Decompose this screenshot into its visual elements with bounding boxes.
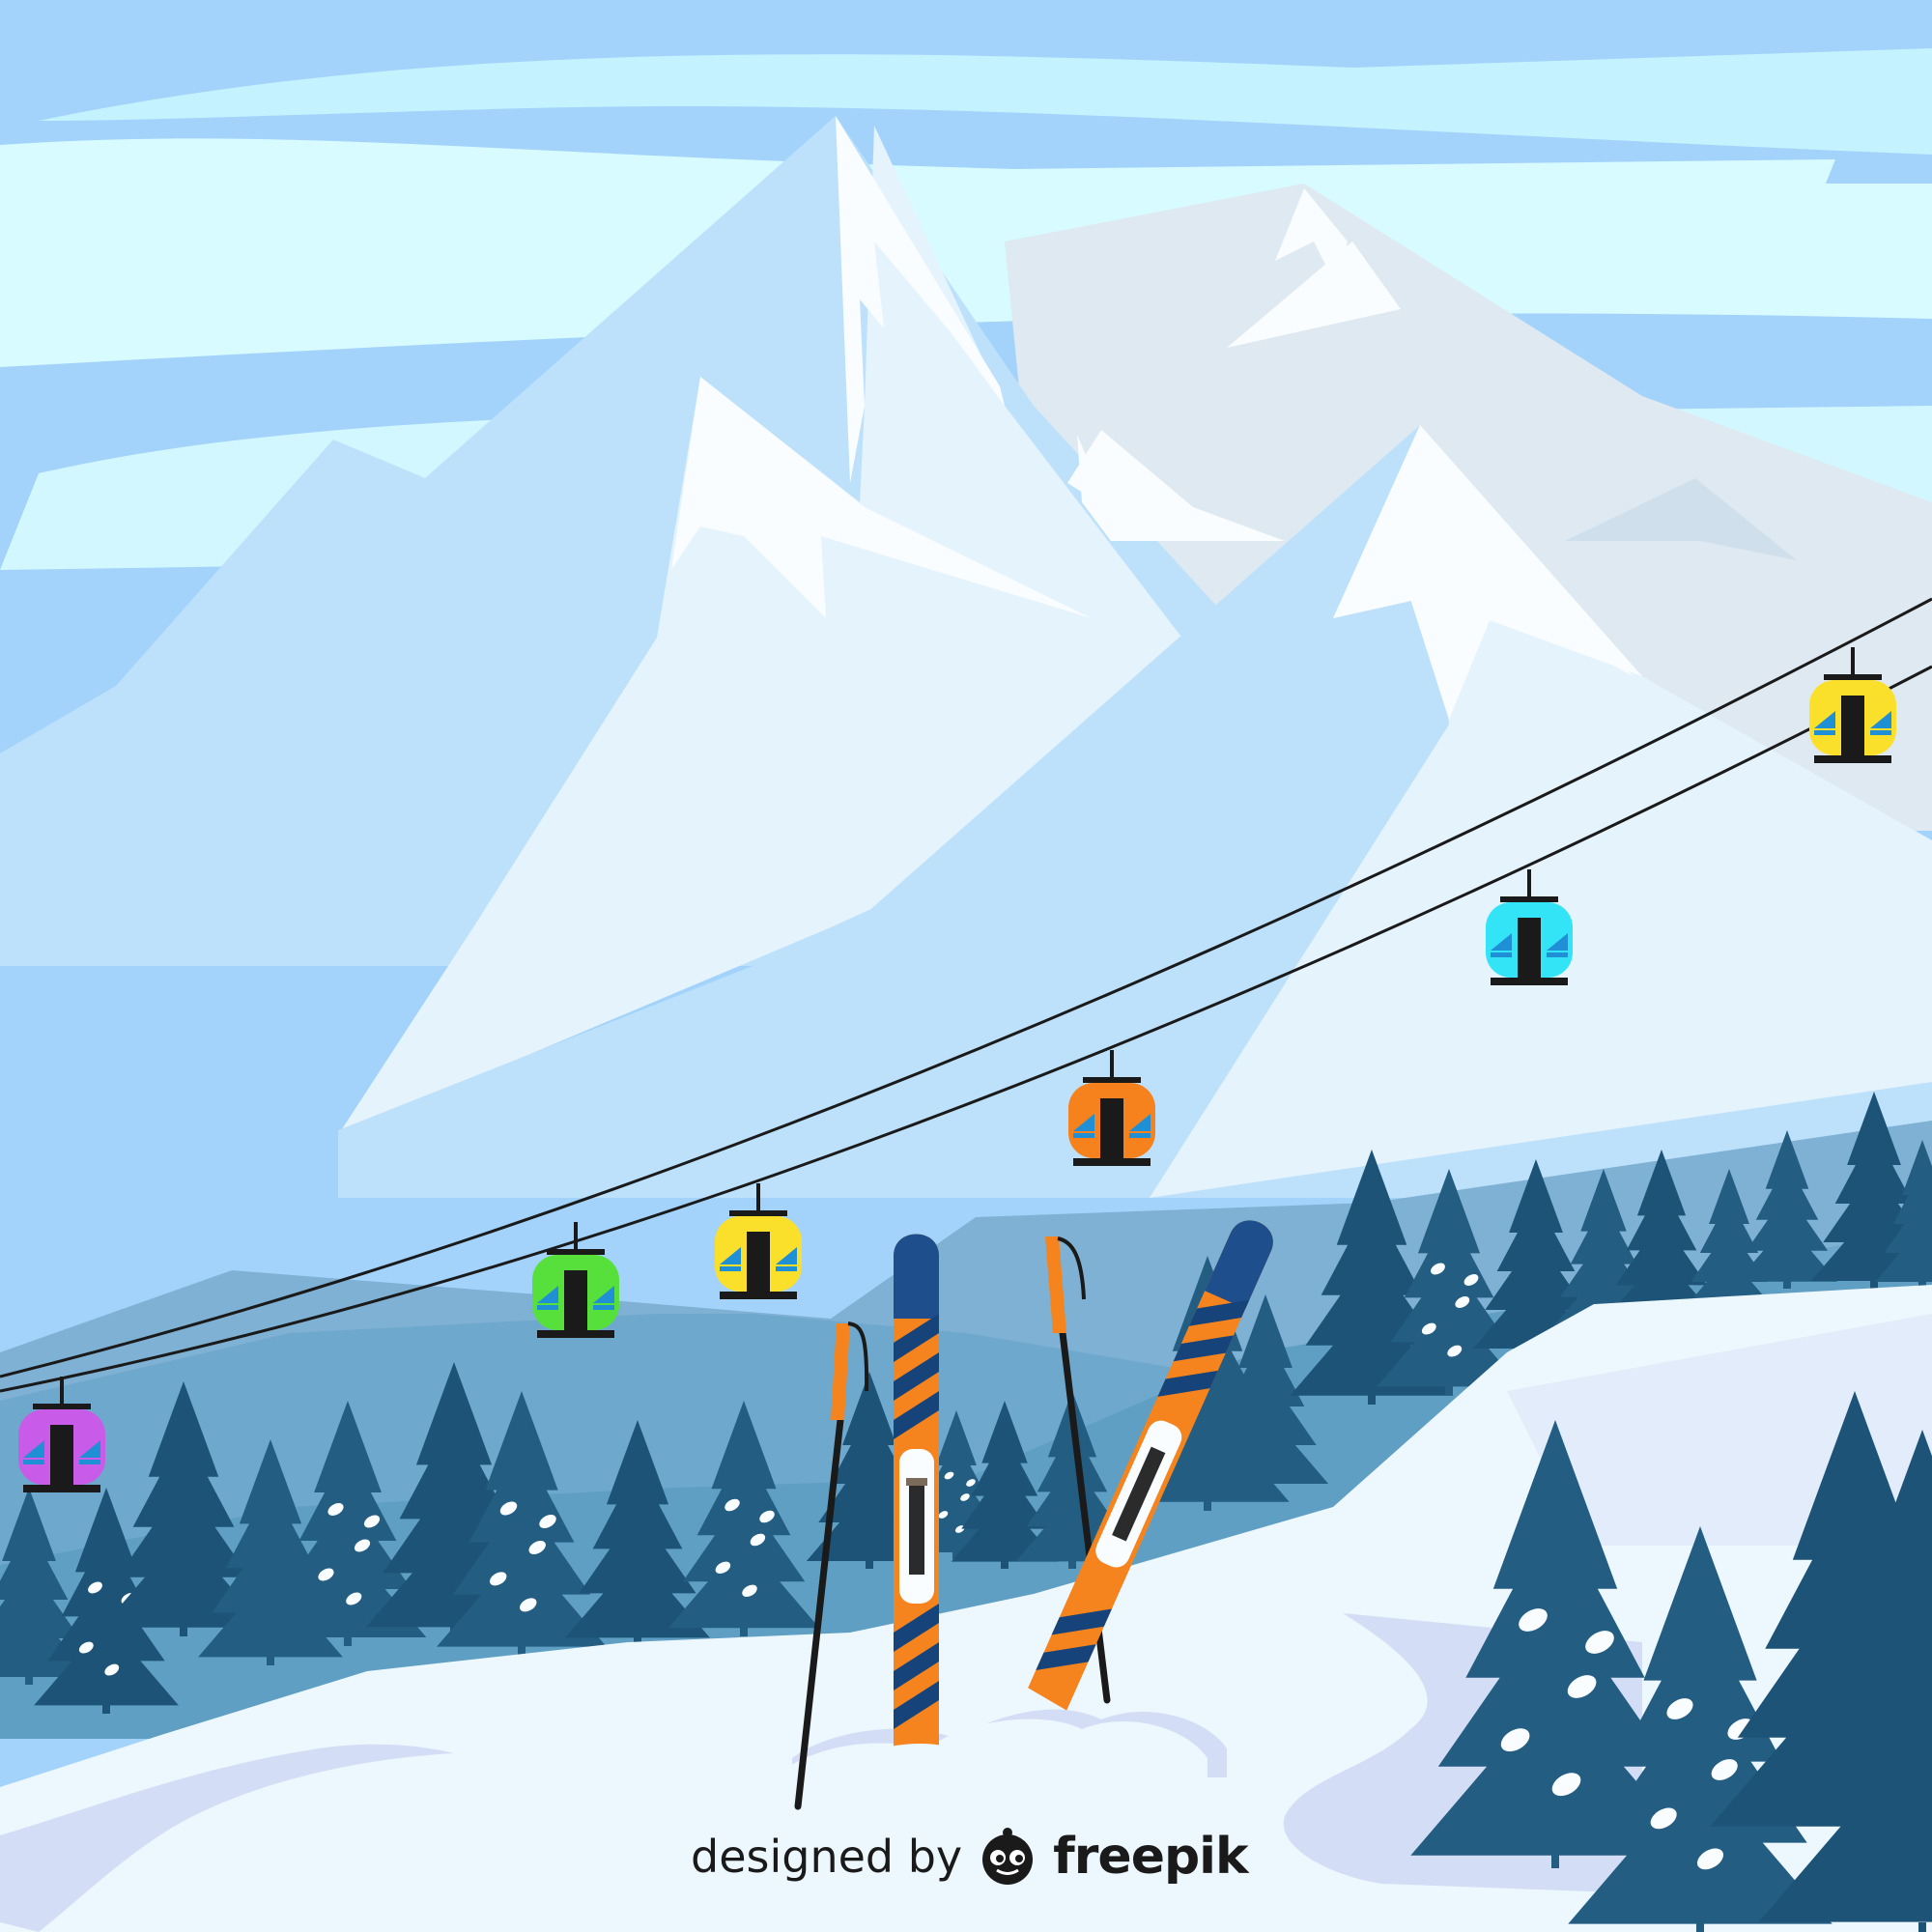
ski-resort-scene [0,0,1932,1932]
credit-brand: freepik [1053,1828,1248,1886]
credit-prefix: designed by [691,1831,963,1883]
ski-left [894,1234,939,1758]
freepik-credit[interactable]: designed by freepik [691,1818,1249,1895]
freepik-logo-icon [982,1828,1034,1885]
